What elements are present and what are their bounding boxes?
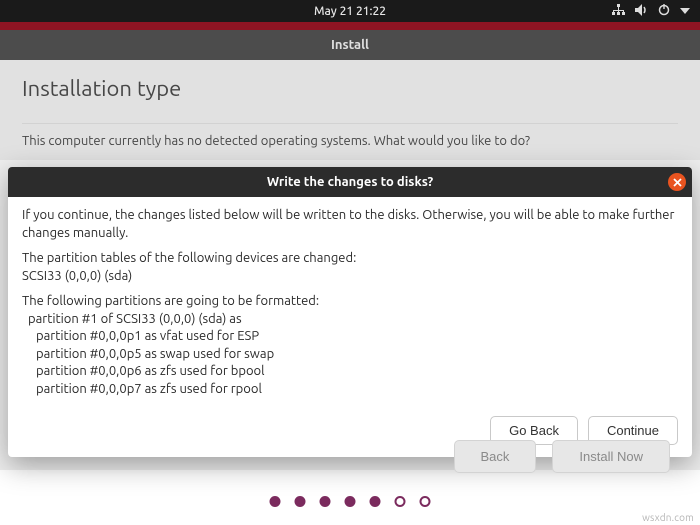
clock: May 21 21:22 (314, 5, 386, 18)
progress-dot (370, 496, 381, 507)
volume-icon[interactable] (635, 4, 648, 19)
dialog-intro: If you continue, the changes listed belo… (22, 207, 678, 242)
progress-dot (270, 496, 281, 507)
chevron-down-icon[interactable] (680, 5, 690, 18)
format-device: partition #1 of SCSI33 (0,0,0) (sda) as (28, 312, 242, 326)
top-menu-bar: May 21 21:22 (0, 0, 700, 22)
partition-line: partition #0,0,0p7 as zfs used for rpool (36, 382, 262, 396)
partition-line: partition #0,0,0p1 as vfat used for ESP (36, 329, 259, 343)
format-heading: The following partitions are going to be… (22, 294, 319, 308)
accent-strip (0, 22, 700, 30)
power-icon[interactable] (658, 4, 670, 19)
divider (22, 123, 678, 124)
progress-dots (270, 496, 431, 507)
install-now-button[interactable]: Install Now (552, 440, 670, 473)
progress-dot (345, 496, 356, 507)
write-changes-dialog: Write the changes to disks? If you conti… (8, 167, 692, 457)
system-tray (612, 4, 690, 19)
installer-nav-actions: Back Install Now (454, 440, 670, 473)
dialog-title: Write the changes to disks? (267, 175, 433, 189)
partition-tables-device: SCSI33 (0,0,0) (sda) (22, 269, 132, 283)
partition-tables-heading: The partition tables of the following de… (22, 251, 356, 265)
close-button[interactable] (668, 173, 686, 191)
back-button[interactable]: Back (454, 440, 537, 473)
progress-dot (395, 496, 406, 507)
watermark: wsxdn.com (642, 512, 694, 523)
progress-dot (320, 496, 331, 507)
network-icon[interactable] (612, 4, 625, 19)
dialog-body: If you continue, the changes listed belo… (8, 197, 692, 410)
progress-dot (295, 496, 306, 507)
installation-question: This computer currently has no detected … (22, 134, 678, 148)
partition-line: partition #0,0,0p5 as swap used for swap (36, 347, 274, 361)
progress-dot (420, 496, 431, 507)
installer-window: Install Installation type This computer … (0, 30, 700, 160)
installer-title-bar: Install (0, 30, 700, 60)
dialog-title-bar: Write the changes to disks? (8, 167, 692, 197)
close-icon (673, 178, 682, 187)
partition-line: partition #0,0,0p6 as zfs used for bpool (36, 364, 265, 378)
page-heading: Installation type (22, 76, 678, 101)
